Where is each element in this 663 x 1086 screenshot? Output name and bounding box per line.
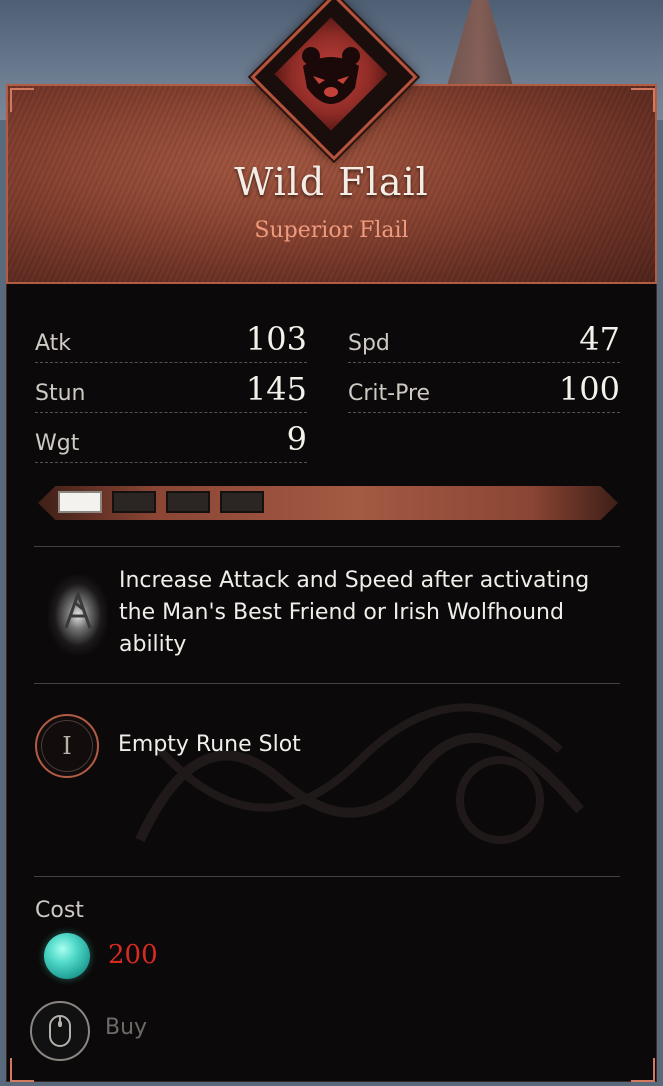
bear-icon	[302, 47, 360, 104]
opal-icon	[44, 933, 90, 979]
stat-value: 100	[558, 370, 620, 408]
stat-label: Spd	[348, 331, 390, 356]
stat-value: 103	[245, 320, 307, 358]
upgrade-pip	[58, 491, 102, 513]
cost-label: Cost	[35, 898, 84, 923]
mouse-icon	[49, 1015, 71, 1047]
upgrade-pip	[220, 491, 264, 513]
stat-wgt: Wgt 9	[35, 418, 307, 463]
wolf-rune-icon	[64, 589, 92, 629]
item-type: Superior Flail	[254, 218, 409, 243]
divider	[34, 546, 620, 547]
frame-corner	[631, 1058, 655, 1082]
buy-label[interactable]: Buy	[105, 1015, 147, 1040]
stat-spd: Spd 47	[348, 318, 620, 363]
rune-slot-label: Empty Rune Slot	[118, 732, 301, 757]
stat-value: 9	[286, 420, 307, 458]
rune-slot-numeral[interactable]: I	[41, 720, 93, 772]
stat-label: Wgt	[35, 431, 80, 456]
stat-value: 47	[579, 320, 620, 358]
stat-label: Atk	[35, 331, 72, 356]
upgrade-pip	[112, 491, 156, 513]
buy-button[interactable]	[30, 1001, 90, 1061]
frame-corner	[10, 88, 34, 112]
stat-stun: Stun 145	[35, 368, 307, 413]
stat-value: 145	[245, 370, 307, 408]
stat-label: Crit-Pre	[348, 381, 431, 406]
frame-corner	[10, 1058, 34, 1082]
stat-atk: Atk 103	[35, 318, 307, 363]
stat-crit-pre: Crit-Pre 100	[348, 368, 620, 413]
divider	[34, 683, 620, 684]
stat-label: Stun	[35, 381, 86, 406]
perk-description: Increase Attack and Speed after activati…	[119, 568, 590, 657]
knotwork-decoration	[135, 703, 584, 844]
frame-corner	[631, 88, 655, 112]
upgrade-pip	[166, 491, 210, 513]
cost-value: 200	[108, 940, 158, 970]
item-name: Wild Flail	[234, 160, 429, 204]
divider	[34, 876, 620, 877]
